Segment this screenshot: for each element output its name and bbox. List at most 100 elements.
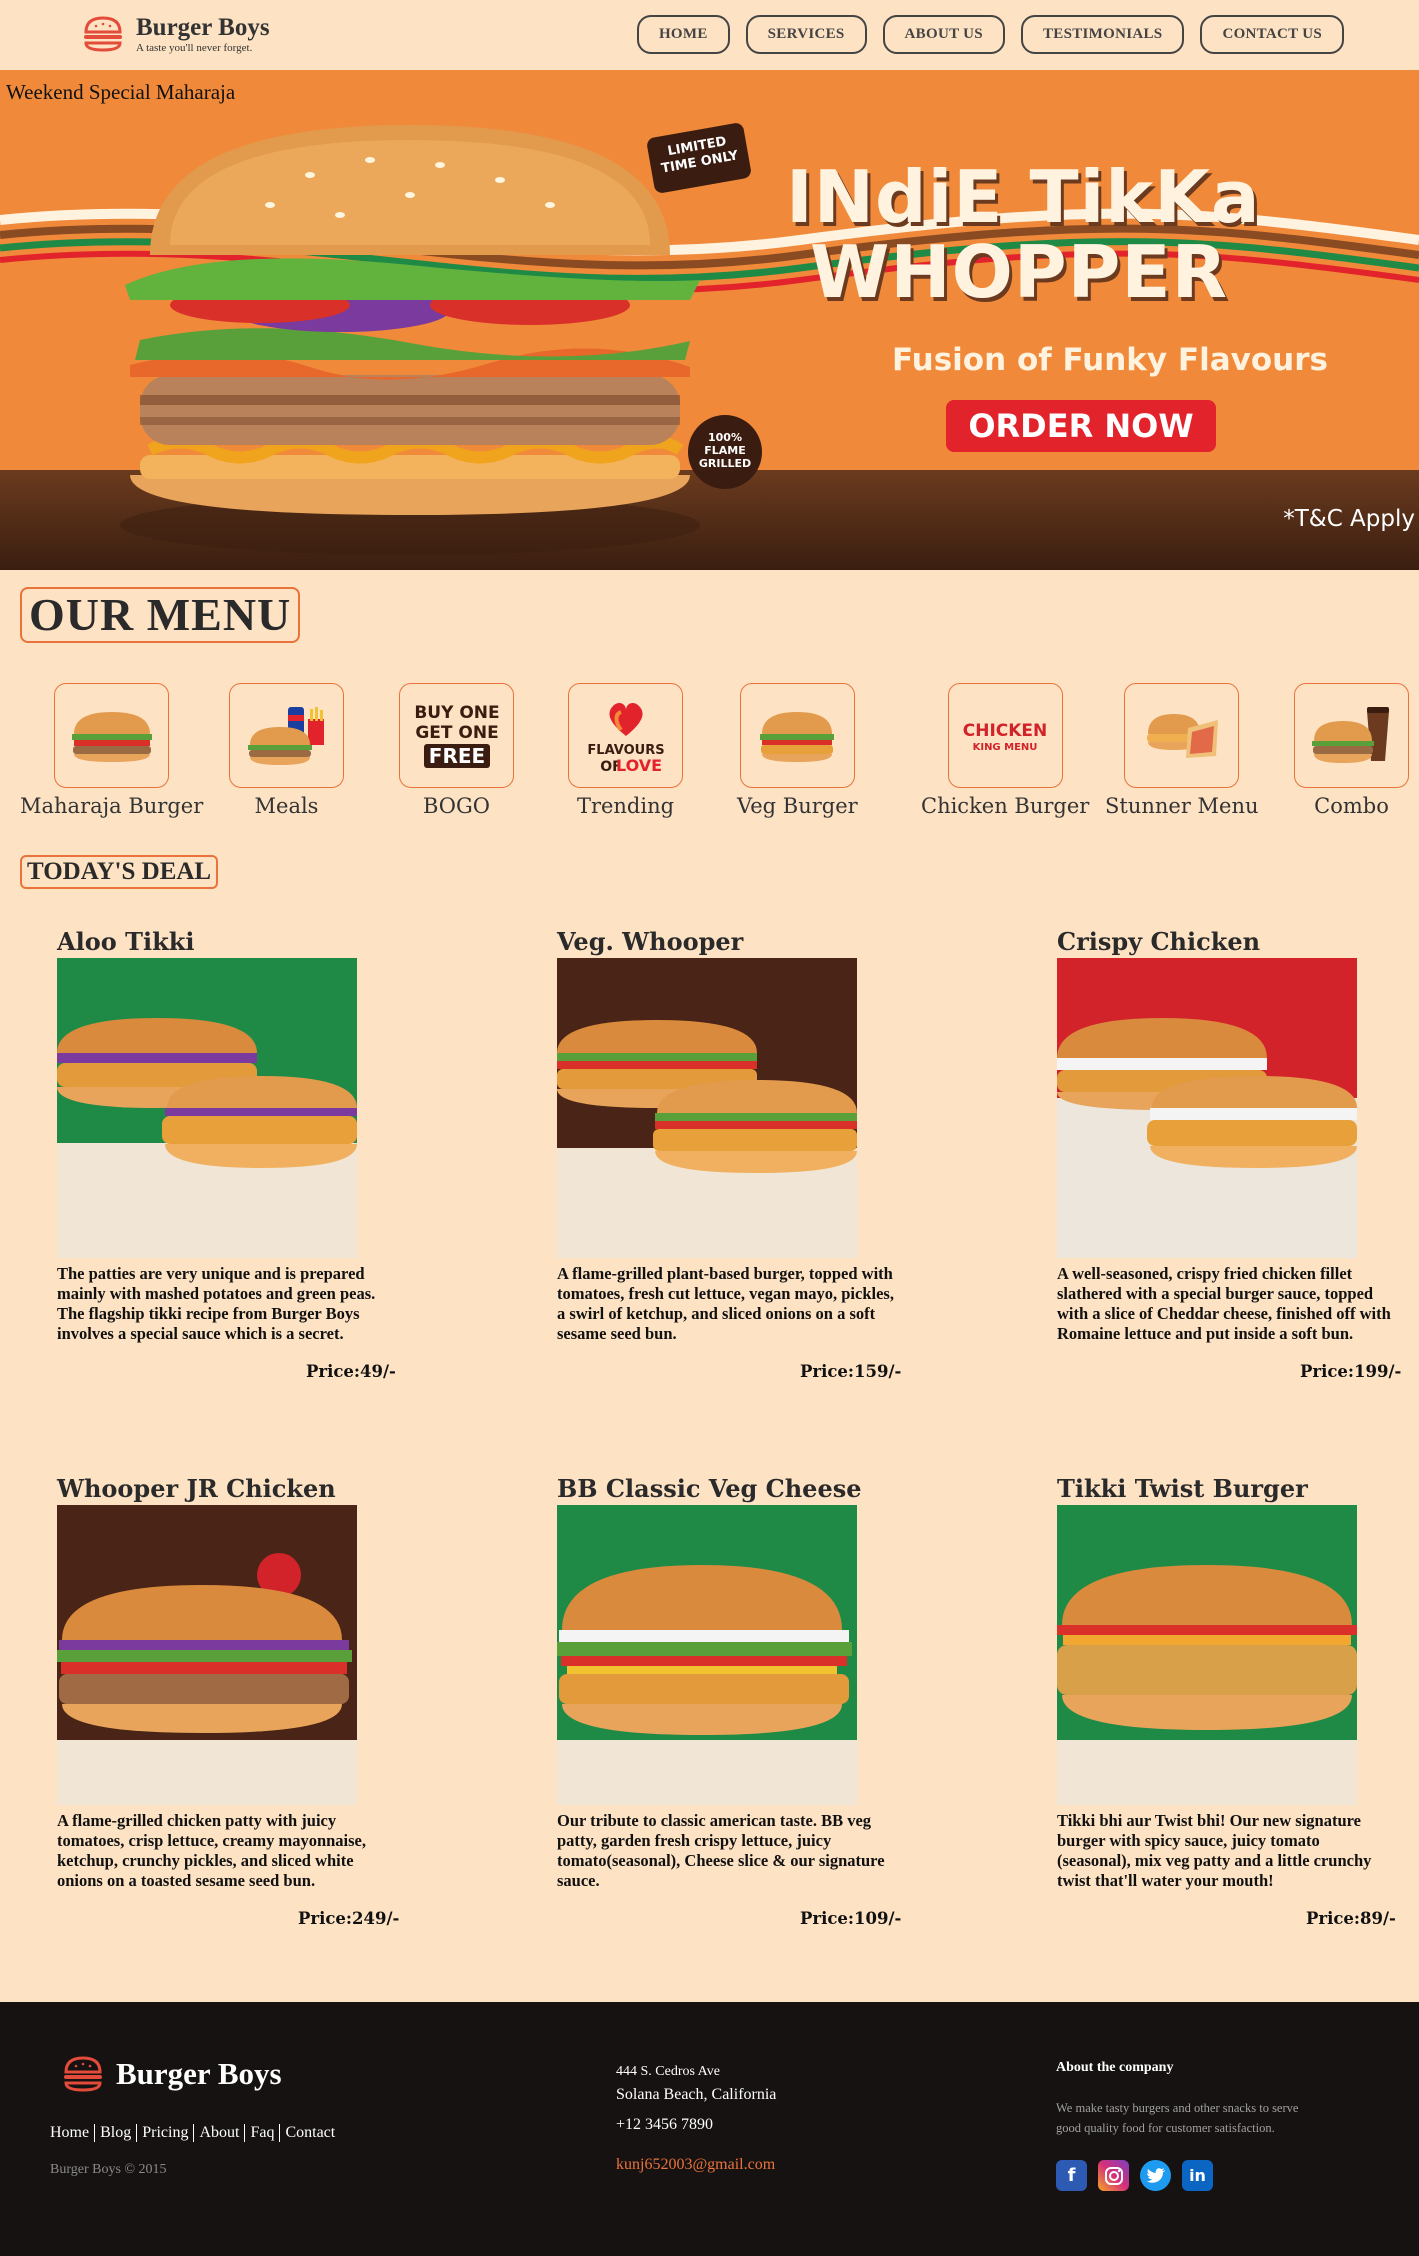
category-image-box[interactable] xyxy=(229,683,344,788)
footer-logo[interactable]: Burger Boys xyxy=(62,2054,282,2094)
deal-image[interactable] xyxy=(557,1505,857,1805)
svg-text:GET ONE: GET ONE xyxy=(415,723,498,743)
brand-name: Burger Boys xyxy=(136,14,270,41)
deal-image[interactable] xyxy=(57,958,357,1258)
combo-icon xyxy=(1311,706,1389,763)
hero-title-line2: WHOPPER xyxy=(810,230,1229,314)
footer-link-about[interactable]: About xyxy=(194,2124,246,2142)
burger-image xyxy=(57,1553,357,1805)
deal-price: Price:109/- xyxy=(800,1909,902,1928)
main-nav: HOME SERVICES ABOUT US TESTIMONIALS CONT… xyxy=(636,15,1344,54)
instagram-icon[interactable] xyxy=(1098,2160,1129,2191)
burger-image xyxy=(557,1565,857,1805)
footer-about-heading: About the company xyxy=(1056,2060,1174,2075)
footer-address-line2: Solana Beach, California xyxy=(616,2086,777,2103)
deal-card[interactable]: Veg. Whooper A flame-grilled plant-based… xyxy=(557,928,897,1344)
footer-link-blog[interactable]: Blog xyxy=(95,2124,138,2142)
category-label: Combo xyxy=(1314,794,1389,818)
burger-image xyxy=(557,1020,857,1258)
category-trending[interactable]: FLAVOURS OF LOVE Trending xyxy=(568,683,683,818)
wrap-icon xyxy=(1146,713,1218,758)
deal-card[interactable]: Tikki Twist Burger Tikki bhi aur Twist b… xyxy=(1057,1475,1397,1891)
footer-link-pricing[interactable]: Pricing xyxy=(137,2124,195,2142)
category-label: Trending xyxy=(576,794,675,818)
deal-description: A well-seasoned, crispy fried chicken fi… xyxy=(1057,1264,1391,1343)
category-bogo[interactable]: BUY ONE GET ONE FREE BOGO xyxy=(399,683,514,818)
category-maharaja-burger[interactable]: Maharaja Burger xyxy=(20,683,203,818)
burger-icon xyxy=(71,711,152,762)
menu-section-title: OUR MENU xyxy=(20,587,301,643)
footer-about-text: We make tasty burgers and other snacks t… xyxy=(1056,2101,1299,2135)
deal-title: Whooper JR Chicken xyxy=(57,1474,336,1503)
deal-image[interactable] xyxy=(557,958,857,1258)
category-image-box[interactable] xyxy=(739,683,855,788)
meal-icon xyxy=(247,706,324,765)
deal-card[interactable]: Whooper JR Chicken A flame-grilled chick… xyxy=(57,1475,397,1891)
svg-text:LOVE: LOVE xyxy=(615,756,661,775)
deal-title: Aloo Tikki xyxy=(57,927,195,956)
nav-services-button[interactable]: SERVICES xyxy=(745,15,867,54)
linkedin-icon[interactable]: in xyxy=(1182,2160,1213,2191)
category-veg-burger[interactable]: Veg Burger xyxy=(737,683,858,818)
hero-title-line1: INdiE TikKa xyxy=(786,155,1261,239)
deal-image[interactable] xyxy=(1057,958,1357,1258)
deal-title: Crispy Chicken xyxy=(1057,927,1261,956)
category-image-box[interactable] xyxy=(1294,683,1409,788)
category-label: Meals xyxy=(254,794,319,818)
svg-text:CHICKEN: CHICKEN xyxy=(963,721,1048,741)
deal-title: Veg. Whooper xyxy=(557,927,744,956)
category-label: Maharaja Burger xyxy=(20,794,204,818)
category-image-box[interactable] xyxy=(1124,683,1240,788)
bogo-icon: BUY ONE GET ONE FREE xyxy=(414,703,499,768)
deal-image[interactable] xyxy=(57,1505,357,1805)
deal-card[interactable]: BB Classic Veg Cheese Our tribute to cla… xyxy=(557,1475,897,1891)
svg-text:FREE: FREE xyxy=(428,744,484,768)
deal-description: Our tribute to classic american taste. B… xyxy=(557,1811,885,1890)
category-image-box[interactable] xyxy=(54,683,170,788)
category-image-box[interactable]: CHICKEN KING MENU xyxy=(947,683,1063,788)
deal-image[interactable] xyxy=(1057,1505,1357,1805)
burger-image xyxy=(57,1018,357,1258)
category-stunner-menu[interactable]: Stunner Menu xyxy=(1105,683,1259,818)
footer-social-links: f in xyxy=(1056,2160,1213,2191)
nav-contact-button[interactable]: CONTACT US xyxy=(1200,15,1344,54)
footer-links: Home Blog Pricing About Faq Contact xyxy=(50,2124,340,2142)
svg-text:BUY ONE: BUY ONE xyxy=(414,703,499,723)
nav-home-button[interactable]: HOME xyxy=(636,15,730,54)
hero-banner[interactable]: Weekend Special Maharaja LIMITED TIME ON… xyxy=(0,70,1419,570)
deals-section-title: TODAY'S DEAL xyxy=(20,855,219,889)
footer-email-link[interactable]: kunj652003@gmail.com xyxy=(616,2156,775,2174)
category-combo[interactable]: Combo xyxy=(1294,683,1409,818)
order-now-button[interactable]: ORDER NOW xyxy=(946,400,1216,452)
flame-grilled-badge: 100% FLAME GRILLED xyxy=(688,415,762,489)
category-image-box[interactable]: BUY ONE GET ONE FREE xyxy=(399,683,514,788)
deal-description: Tikki bhi aur Twist bhi! Our new signatu… xyxy=(1057,1811,1372,1890)
footer-copyright: Burger Boys © 2015 xyxy=(50,2162,167,2177)
burger-image xyxy=(1057,1565,1357,1805)
footer-link-contact[interactable]: Contact xyxy=(280,2124,340,2142)
category-label: Stunner Menu xyxy=(1105,794,1259,818)
category-image-box[interactable]: FLAVOURS OF LOVE xyxy=(568,683,683,788)
category-chicken-burger[interactable]: CHICKEN KING MENU Chicken Burger xyxy=(921,683,1089,818)
deal-price: Price:49/- xyxy=(306,1362,396,1381)
footer-brand-name: Burger Boys xyxy=(116,2056,282,2091)
hero-caption: Weekend Special Maharaja xyxy=(6,80,236,104)
brand-tagline: A taste you'll never forget. xyxy=(136,42,253,54)
nav-about-button[interactable]: ABOUT US xyxy=(882,15,1005,54)
nav-testimonials-button[interactable]: TESTIMONIALS xyxy=(1020,15,1185,54)
brand-logo[interactable]: Burger Boys A taste you'll never forget. xyxy=(82,14,270,54)
footer-link-faq[interactable]: Faq xyxy=(245,2124,281,2142)
deal-card[interactable]: Aloo Tikki The patties are very unique a… xyxy=(57,928,397,1344)
facebook-icon[interactable]: f xyxy=(1056,2160,1087,2191)
category-label: Veg Burger xyxy=(737,794,858,818)
svg-text:KING MENU: KING MENU xyxy=(973,742,1038,753)
deal-price: Price:89/- xyxy=(1306,1909,1396,1928)
burger-logo-icon xyxy=(64,2056,102,2092)
twitter-icon[interactable] xyxy=(1140,2160,1171,2191)
category-meals[interactable]: Meals xyxy=(229,683,344,818)
footer-address-line1: 444 S. Cedros Ave xyxy=(616,2064,720,2079)
burger-logo-icon xyxy=(84,16,122,52)
burger-icon xyxy=(760,711,835,762)
footer-link-home[interactable]: Home xyxy=(50,2124,96,2142)
deal-card[interactable]: Crispy Chicken A well-seasoned, crispy f… xyxy=(1057,928,1397,1344)
